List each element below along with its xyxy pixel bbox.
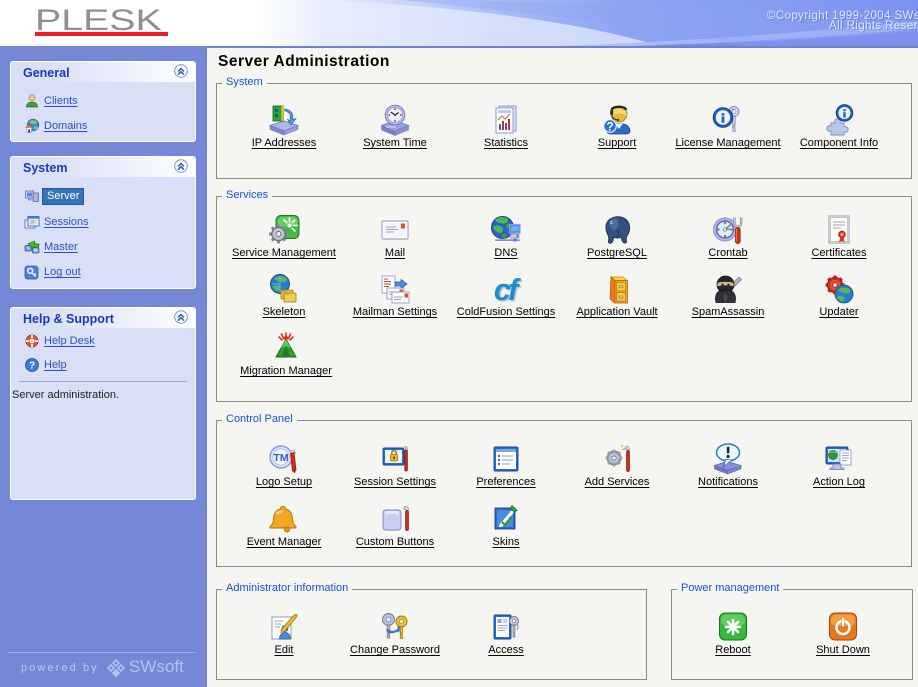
svg-text:TM: TM [273, 452, 288, 464]
svg-text:?: ? [606, 119, 613, 133]
svg-text:?: ? [29, 361, 35, 372]
